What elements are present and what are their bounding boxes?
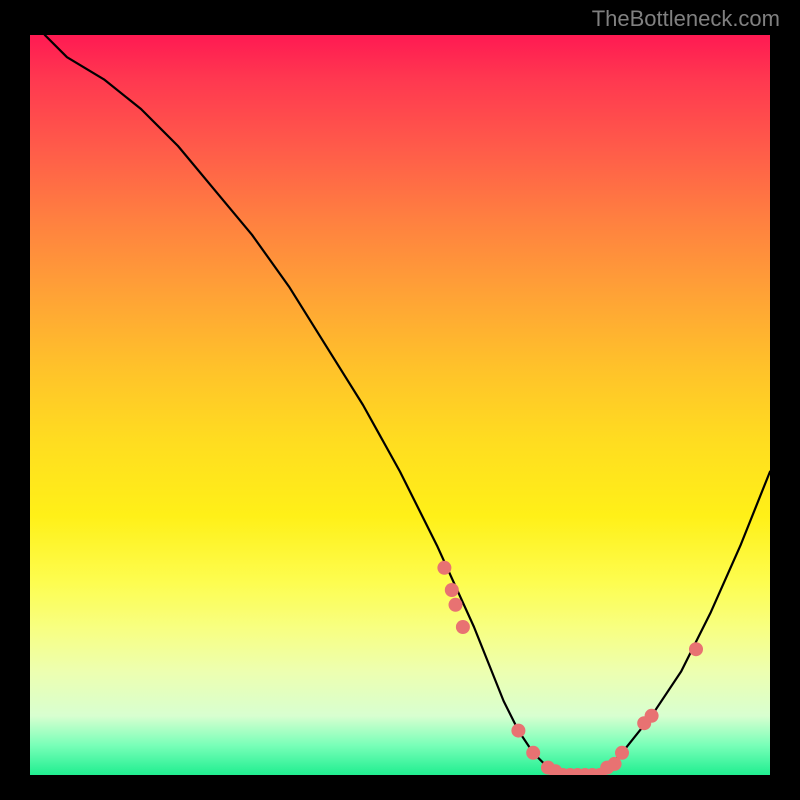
marker-dot [449,598,463,612]
marker-dot [445,583,459,597]
marker-dot [437,561,451,575]
marker-dot [645,709,659,723]
chart-svg [30,35,770,775]
marker-dot [511,724,525,738]
curve-line [45,35,770,775]
scatter-markers [437,561,703,775]
chart-plot-area [30,35,770,775]
marker-dot [689,642,703,656]
marker-dot [615,746,629,760]
watermark-text: TheBottleneck.com [592,6,780,32]
marker-dot [526,746,540,760]
marker-dot [456,620,470,634]
